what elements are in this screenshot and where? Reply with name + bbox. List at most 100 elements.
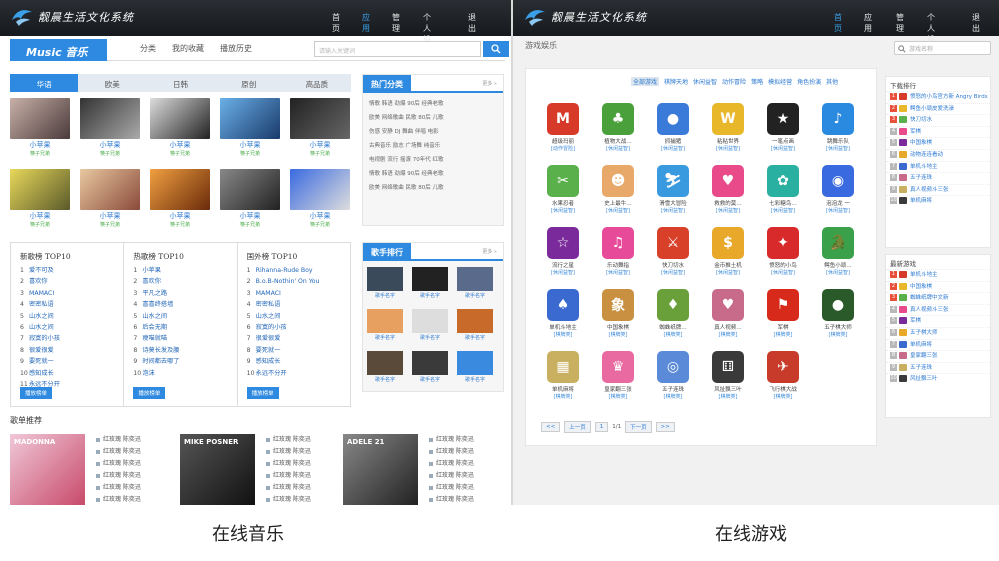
ranking-item[interactable]: 4 军棋 (886, 125, 990, 138)
game-item[interactable]: ✈ 飞行棋大战 [棋牌类] (758, 351, 808, 400)
game-genre[interactable]: [休闲益智] (703, 207, 753, 214)
game-item[interactable]: ♥ 真人视频… [棋牌类] (703, 289, 753, 338)
game-icon[interactable]: M (547, 103, 579, 135)
chart-song-title[interactable]: 泡沫 (142, 370, 154, 377)
song-name[interactable]: 小苹果 (10, 140, 70, 150)
song-cover-image[interactable] (290, 169, 350, 210)
game-genre[interactable]: [休闲益智] (813, 207, 863, 214)
ranking-game-name[interactable]: 真人视频斗三张 (910, 187, 949, 193)
album-card[interactable]: MADONNA 红玫瑰 陈奕迅 红玫瑰 陈奕迅 红玫瑰 陈奕迅 红玫瑰 陈奕迅 红玫瑰 陈… (10, 434, 175, 505)
ranking-game-name[interactable]: 中国象棋 (910, 140, 932, 146)
singer-name[interactable]: 歌手名字 (367, 334, 403, 341)
app-logo[interactable]: 靓晨生活文化系统 (10, 6, 134, 28)
song-cover-image[interactable] (10, 98, 70, 139)
game-name[interactable]: 蜘蛛纸牌… (648, 323, 698, 331)
chart-song-title[interactable]: 寂寞的小孩 (256, 324, 287, 331)
chart-song-title[interactable]: 时间都去哪了 (142, 358, 179, 365)
singer-name[interactable]: 歌手名字 (457, 376, 493, 383)
album-cover[interactable]: MADONNA (10, 434, 85, 505)
ranking-item[interactable]: 4 真人视频斗三张 (886, 303, 990, 316)
ranking-game-name[interactable]: 五子连珠 (910, 365, 932, 371)
game-genre[interactable]: [休闲益智] (648, 207, 698, 214)
song-cover-image[interactable] (150, 98, 210, 139)
ranking-item[interactable]: 9 五子连珠 (886, 361, 990, 374)
album-card[interactable]: MIKE POSNER 红玫瑰 陈奕迅 红玫瑰 陈奕迅 红玫瑰 陈奕迅 红玫瑰 陈奕迅红… (180, 434, 345, 505)
game-item[interactable]: ✂ 水果忍者 [休闲益智] (538, 165, 588, 214)
music-tab[interactable]: 播放历史 (220, 43, 252, 54)
game-name[interactable]: 五子棋大师 (813, 323, 863, 331)
app-logo[interactable]: 靓晨生活文化系统 (523, 6, 647, 28)
chart-song-title[interactable]: 山水之间 (29, 313, 54, 320)
game-genre[interactable]: [休闲益智] (593, 207, 643, 214)
hot-category-line[interactable]: 情歌 韩语 劲爆 90后 经典老歌 (363, 167, 503, 181)
game-icon[interactable]: ♫ (602, 227, 634, 259)
game-item[interactable]: ☆ 流行之星 [休闲益智] (538, 227, 588, 276)
chart-song[interactable]: 10永远不分开 (247, 368, 350, 379)
chart-song-title[interactable]: 山水之间 (29, 324, 54, 331)
game-category-tab[interactable]: 休闲益智 (693, 77, 717, 86)
singer-name[interactable]: 歌手名字 (457, 292, 493, 299)
chart-song-title[interactable]: 诗莫长发及腰 (142, 347, 179, 354)
game-icon[interactable]: ☆ (547, 227, 579, 259)
chart-song-title[interactable]: 密密私语 (29, 301, 54, 308)
game-genre[interactable]: [棋牌类] (593, 331, 643, 338)
nav-2[interactable]: 管理 (896, 12, 904, 34)
game-icon[interactable]: ⚔ (657, 227, 689, 259)
game-name[interactable]: 一笔点画 (758, 137, 808, 145)
game-name[interactable]: 快刀切水 (648, 261, 698, 269)
game-item[interactable]: ★ 一笔点画 [休闲益智] (758, 103, 808, 152)
ranking-item[interactable]: 6 五子棋大师 (886, 326, 990, 339)
game-item[interactable]: 象中国象棋 [棋牌类] (593, 289, 643, 338)
grid-song-card[interactable]: 小苹果 筷子兄弟 (10, 169, 70, 241)
hot-category-line[interactable]: 情歌 韩语 劲爆 90后 经典老歌 (363, 97, 503, 111)
game-icon[interactable]: 🐊 (822, 227, 854, 259)
game-icon[interactable]: ⚑ (767, 289, 799, 321)
singer-name[interactable]: 歌手名字 (367, 376, 403, 383)
chart-song-title[interactable]: 很爱很爱 (256, 335, 281, 342)
chart-song[interactable]: 1 爱不可及 (20, 265, 123, 276)
nav-4[interactable]: 退出 (468, 12, 476, 34)
game-item[interactable]: ♫ 乐动舞指 [休闲益智] (593, 227, 643, 276)
chart-song[interactable]: 9 要死就一 (20, 356, 123, 367)
chart-song[interactable]: 3 MAMACI (20, 288, 123, 299)
hot-category-line[interactable]: 古典音乐 励志 广场舞 纯音乐 (363, 139, 503, 153)
pager-button[interactable]: << (541, 422, 561, 432)
game-icon[interactable]: W (712, 103, 744, 135)
game-category-tab[interactable]: 全部游戏 (631, 77, 660, 86)
game-category-tab[interactable]: 棋牌天地 (664, 77, 688, 86)
singer-photo[interactable] (457, 309, 493, 333)
game-icon[interactable]: ♪ (822, 103, 854, 135)
game-name[interactable]: 军棋 (758, 323, 808, 331)
chart-song[interactable]: 10泡沫 (133, 368, 236, 379)
game-category-tab[interactable]: 策略 (751, 77, 763, 86)
album-song[interactable]: 红玫瑰 陈奕迅 (266, 446, 311, 458)
play-chart-button[interactable]: 播放榜单 (133, 387, 166, 399)
ranking-item[interactable]: 7 单机斗地主 (886, 160, 990, 173)
ranking-item[interactable]: 2 中国象棋 (886, 280, 990, 293)
nav-1[interactable]: 应用 (864, 12, 872, 34)
singer-card[interactable]: 歌手名字 (412, 351, 448, 383)
chart-song[interactable]: 3 MAMACI (247, 288, 350, 299)
singer-more-link[interactable]: 更多 » (482, 248, 497, 255)
song-cover-image[interactable] (80, 98, 140, 139)
chart-song-title[interactable]: B.o.B-Nothin' On You (256, 278, 320, 285)
album-cover[interactable]: MIKE POSNER (180, 434, 255, 505)
song-name[interactable]: 小苹果 (80, 140, 140, 150)
game-name[interactable]: 真人视频… (703, 323, 753, 331)
album-song[interactable]: 红玫瑰 陈奕迅 (96, 434, 141, 446)
game-icon[interactable]: $ (712, 227, 744, 259)
category-tab[interactable]: 华语 (10, 74, 79, 92)
music-logo[interactable]: Music 音乐 (10, 39, 107, 61)
chart-song[interactable]: 5 山水之间 (133, 311, 236, 322)
album-song[interactable]: 红玫瑰 陈奕迅 (429, 446, 474, 458)
grid-song-card[interactable]: 小苹果 筷子兄弟 (80, 98, 140, 170)
chart-song-title[interactable]: 爱不可及 (29, 267, 54, 274)
singer-card[interactable]: 歌手名字 (412, 267, 448, 299)
game-name[interactable]: 鳄鱼小顽… (813, 261, 863, 269)
game-item[interactable]: ✦ 愤怒的小鸟 [休闲益智] (758, 227, 808, 276)
album-song[interactable]: 红玫瑰 陈奕迅 (429, 482, 474, 494)
album-song[interactable]: 红玫瑰 陈奕迅 (266, 494, 311, 505)
game-name[interactable]: 滑雪大冒险 (648, 199, 698, 207)
game-item[interactable]: $ 金币推土机 [休闲益智] (703, 227, 753, 276)
song-cover-image[interactable] (290, 98, 350, 139)
